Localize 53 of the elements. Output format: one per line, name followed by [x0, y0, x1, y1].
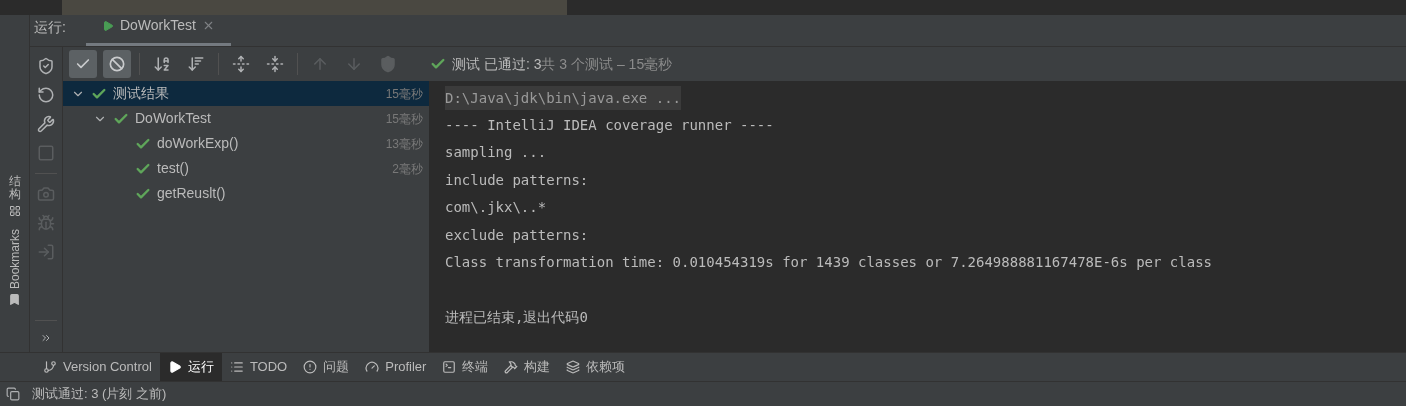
console-line: sampling ...	[445, 143, 547, 163]
console-line: 进程已结束,退出代码0	[445, 308, 588, 328]
test-name: 测试结果	[113, 84, 169, 103]
tree-row[interactable]: getReuslt()	[63, 181, 429, 206]
tree-row[interactable]: 测试结果 15毫秒	[63, 81, 429, 106]
gauge-icon	[365, 360, 380, 374]
sidebar-tab[interactable]: Bookmarks	[5, 229, 24, 290]
more-icon[interactable]	[40, 332, 52, 344]
run-config-icon	[101, 19, 114, 32]
terminal-icon	[442, 360, 457, 374]
sort-duration-icon[interactable]	[187, 55, 205, 73]
tool-window-tab[interactable]: Version Control	[35, 353, 160, 381]
test-summary: 测试 已通过: 3共 3 个测试 – 15毫秒	[452, 54, 673, 74]
hammer-icon	[504, 360, 519, 374]
test-name: DoWorkTest	[135, 109, 211, 128]
console-line: include patterns:	[445, 170, 589, 190]
bookmark-icon	[8, 293, 21, 307]
filter-toggle[interactable]	[103, 50, 131, 78]
console-line: com\.jkx\..*	[445, 198, 547, 218]
rerun-icon[interactable]	[37, 86, 55, 104]
list-icon	[229, 360, 244, 374]
branch-icon	[43, 360, 57, 374]
sidebar-tab[interactable]: 结构	[8, 175, 21, 202]
tool-window-tab[interactable]: 问题	[295, 353, 358, 381]
status-text: 测试通过: 3 (片刻 之前)	[32, 385, 167, 404]
console-line: ---- IntelliJ IDEA coverage runner ----	[445, 115, 774, 135]
test-name: getReuslt()	[157, 184, 226, 203]
expand-all-icon[interactable]	[232, 55, 250, 73]
layers-icon	[566, 360, 581, 374]
run-label: 运行:	[34, 18, 66, 37]
run-tab[interactable]: DoWorkTest	[85, 14, 231, 46]
collapse-all-icon[interactable]	[266, 55, 284, 73]
structure-icon	[8, 205, 21, 218]
wrench-icon[interactable]	[37, 115, 55, 133]
console-line: Class transformation time: 0.010454319s for 1439 classes or 7.264988881167478E-6s per class	[445, 253, 1212, 273]
tool-window-tab[interactable]: TODO	[221, 353, 296, 381]
tool-window-tab[interactable]: 运行	[159, 353, 222, 381]
sort-alpha-icon[interactable]	[153, 55, 171, 73]
coverage-run-icon[interactable]	[37, 57, 55, 75]
filter-toggle[interactable]	[69, 50, 97, 78]
tool-window-tab[interactable]: 终端	[434, 353, 497, 381]
play-icon	[167, 360, 182, 374]
test-name: doWorkExp()	[157, 134, 239, 153]
console-command: D:\Java\jdk\bin\java.exe ...	[445, 85, 681, 110]
tool-window-tab[interactable]: Profiler	[357, 353, 435, 381]
test-duration: 15毫秒	[385, 85, 423, 103]
tool-window-tab[interactable]: 依赖项	[558, 353, 634, 381]
layout-icon[interactable]	[6, 387, 20, 401]
test-name: test()	[157, 159, 189, 178]
alert-icon	[303, 360, 318, 374]
ban-icon	[109, 56, 125, 72]
tool-window-tab[interactable]: 构建	[496, 353, 559, 381]
console-line: exclude patterns:	[445, 225, 589, 245]
